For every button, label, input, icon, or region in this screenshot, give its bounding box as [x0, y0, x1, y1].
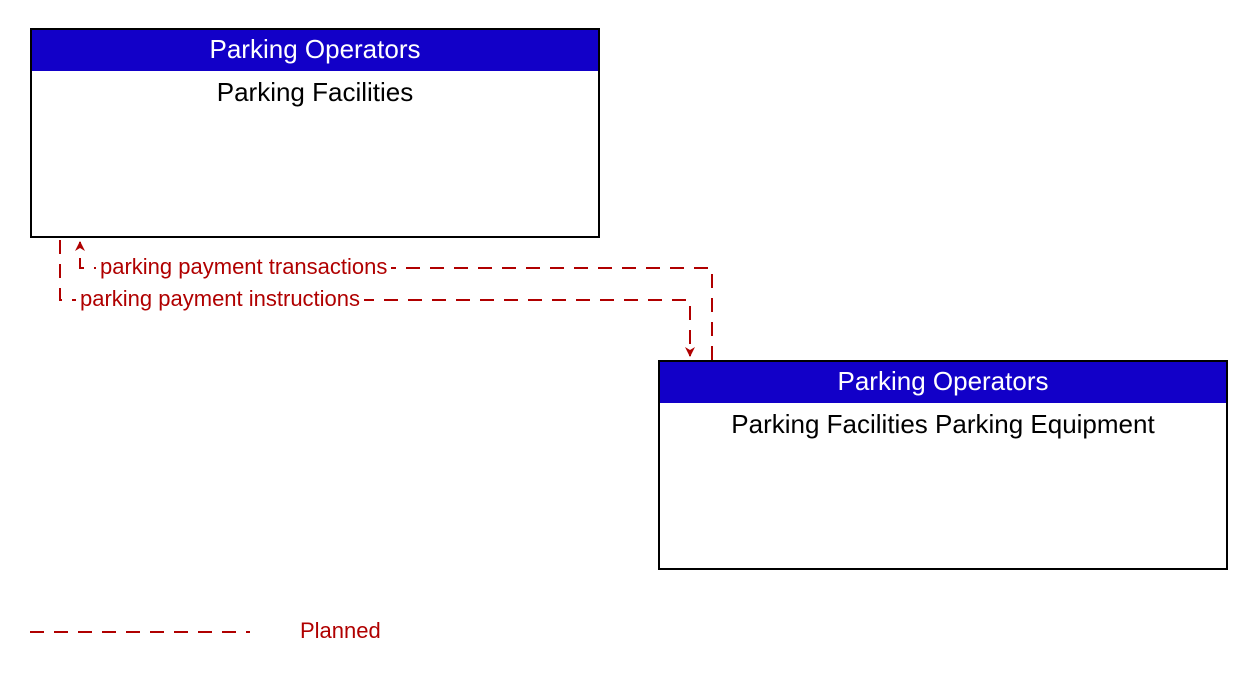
- entity-box-parking-facilities: Parking Operators Parking Facilities: [30, 28, 600, 238]
- flow-label-transactions: parking payment transactions: [96, 254, 391, 280]
- flow-label-instructions: parking payment instructions: [76, 286, 364, 312]
- entity-header: Parking Operators: [660, 362, 1226, 403]
- entity-title: Parking Facilities Parking Equipment: [660, 403, 1226, 440]
- entity-title: Parking Facilities: [32, 71, 598, 108]
- entity-box-parking-equipment: Parking Operators Parking Facilities Par…: [658, 360, 1228, 570]
- entity-header: Parking Operators: [32, 30, 598, 71]
- legend-label-planned: Planned: [300, 618, 381, 644]
